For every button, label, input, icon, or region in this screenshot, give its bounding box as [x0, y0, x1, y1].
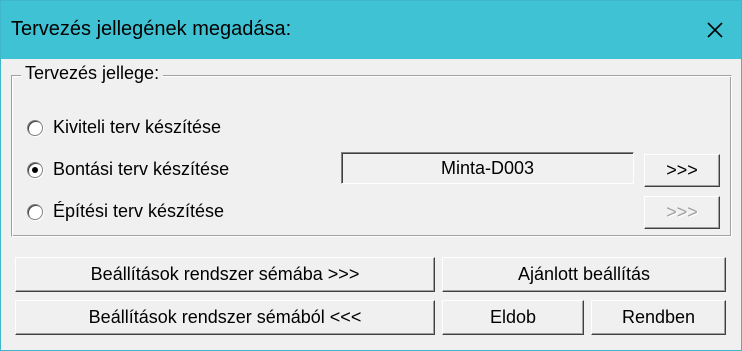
ok-button[interactable]: Rendben	[591, 300, 726, 335]
radio-label-construction: Építési terv készítése	[53, 201, 225, 221]
close-icon	[707, 22, 723, 38]
title-bar: Tervezés jellegének megadása:	[1, 1, 741, 59]
save-to-schema-button[interactable]: Beállítások rendszer sémába >>>	[15, 257, 435, 292]
load-from-schema-button[interactable]: Beállítások rendszer sémából <<<	[15, 300, 435, 335]
radio-label-execution: Kiviteli terv készítése	[53, 117, 222, 137]
discard-button[interactable]: Eldob	[442, 300, 584, 335]
window-title: Tervezés jellegének megadása:	[11, 18, 292, 40]
recommended-settings-button[interactable]: Ajánlott beállítás	[442, 257, 726, 292]
dialog-window: Tervezés jellegének megadása: Tervezés j…	[0, 0, 742, 351]
radio-label-demolition: Bontási terv készítése	[53, 159, 230, 179]
radio-option-construction[interactable]: Építési terv készítése	[27, 201, 224, 222]
browse-button-disabled: >>>	[644, 196, 720, 229]
dialog-content: Tervezés jellege: Kiviteli terv készítés…	[1, 59, 741, 350]
radio-button-execution[interactable]	[27, 119, 43, 136]
radio-option-execution[interactable]: Kiviteli terv készítése	[27, 117, 221, 138]
close-button[interactable]	[689, 1, 741, 59]
browse-button[interactable]: >>>	[644, 154, 720, 187]
radio-button-construction[interactable]	[27, 203, 43, 220]
radio-option-demolition[interactable]: Bontási terv készítése	[27, 159, 229, 180]
group-legend: Tervezés jellege:	[21, 63, 164, 84]
radio-button-demolition[interactable]	[27, 161, 43, 178]
plan-name-field: Minta-D003	[341, 152, 634, 184]
